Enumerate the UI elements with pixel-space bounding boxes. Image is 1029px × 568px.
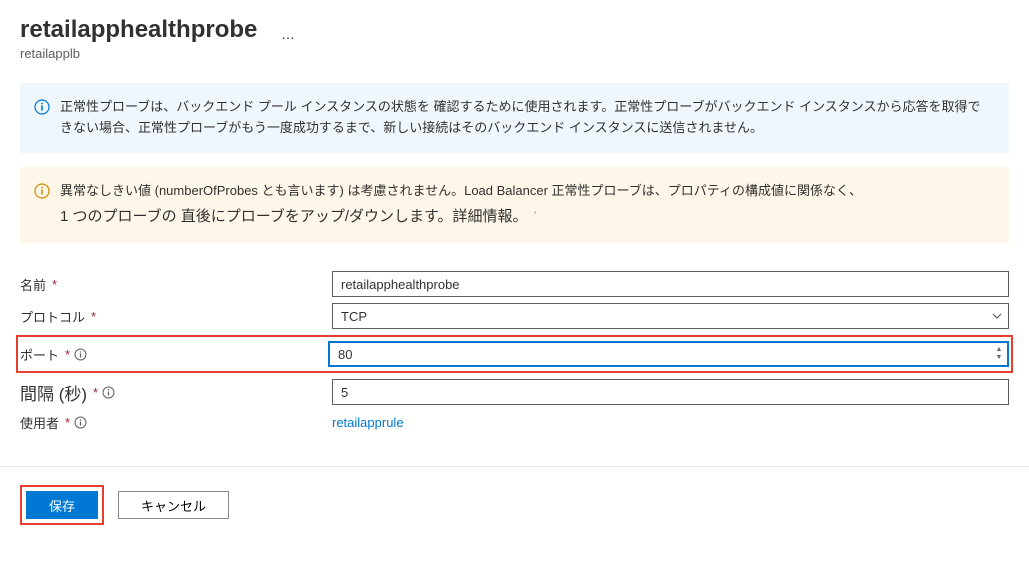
label-name: 名前* [20,275,332,294]
info-banner-text: 正常性プローブは、バックエンド プール インスタンスの状態を 確認するために使用… [60,97,993,139]
name-input[interactable] [332,271,1009,297]
footer: 保存 キャンセル [0,467,1029,543]
row-interval: 間隔 (秒)* [20,379,1009,405]
port-spinners: ▲ ▼ [992,342,1006,366]
warn-icon [34,183,50,199]
info-banner-healthprobe: 正常性プローブは、バックエンド プール インスタンスの状態を 確認するために使用… [20,83,1009,153]
cancel-button[interactable]: キャンセル [118,491,229,519]
row-usedby: 使用者* retailapprule [20,411,1009,434]
interval-input[interactable] [332,379,1009,405]
row-protocol: プロトコル* TCP [20,303,1009,329]
row-name: 名前* [20,271,1009,297]
more-menu[interactable]: … [281,26,295,42]
port-spin-up[interactable]: ▲ [992,346,1006,354]
save-button[interactable]: 保存 [26,491,98,519]
page-subtitle: retailapplb [20,46,1009,61]
info-small-icon[interactable] [102,386,115,399]
page-title: retailapphealthprobe [20,16,257,44]
save-button-highlight: 保存 [20,485,104,525]
warn-banner-threshold: 異常なしきい値 (numberOfProbes とも言います) は考慮されません… [20,167,1009,244]
protocol-select[interactable]: TCP [332,303,1009,329]
label-usedby: 使用者* [20,413,332,432]
warn-banner-text: 異常なしきい値 (numberOfProbes とも言います) は考慮されません… [60,181,993,230]
port-input[interactable] [328,341,1009,367]
usedby-link[interactable]: retailapprule [332,411,404,434]
port-spin-down[interactable]: ▼ [992,354,1006,362]
warn-banner-detail-link[interactable]: 1 つのプローブの 直後にプローブをアップ/ダウンします。詳細情報。' [60,205,993,229]
form: 名前* プロトコル* TCP ポート* ▲ [0,253,1029,448]
label-port: ポート* [20,345,328,364]
page-header: retailapphealthprobe … retailapplb [0,0,1029,69]
label-interval: 間隔 (秒)* [20,380,332,405]
info-icon [34,99,50,115]
label-protocol: プロトコル* [20,307,332,326]
info-small-icon[interactable] [74,348,87,361]
row-port-highlighted: ポート* ▲ ▼ [16,335,1013,373]
info-small-icon[interactable] [74,416,87,429]
